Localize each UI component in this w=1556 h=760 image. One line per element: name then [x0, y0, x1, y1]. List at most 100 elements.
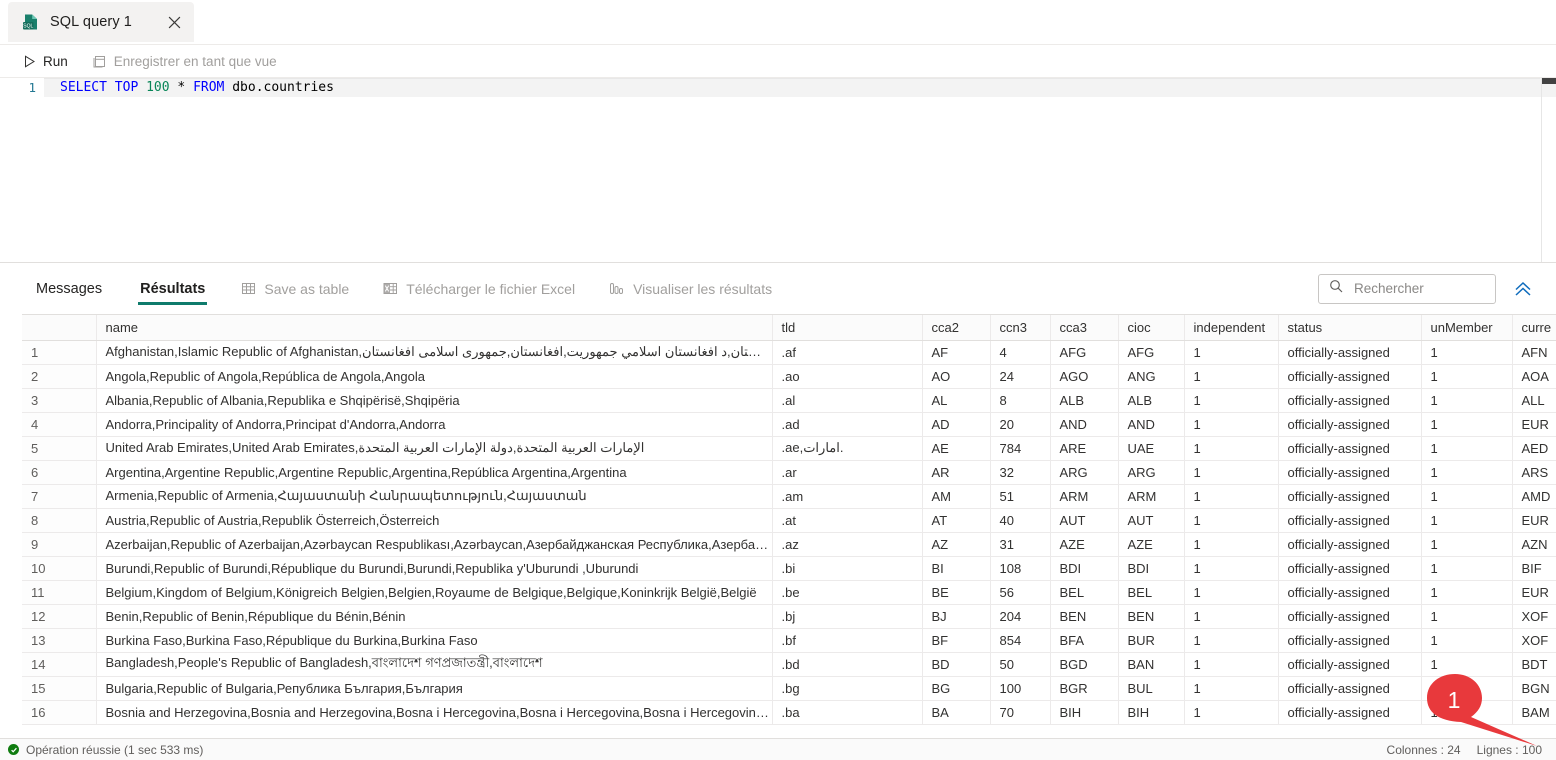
tab-sql-query-1[interactable]: SQL SQL query 1	[8, 2, 194, 42]
header-name[interactable]: name	[96, 315, 773, 341]
save-as-view-button[interactable]: Enregistrer en tant que vue	[83, 47, 286, 75]
cell-cca3[interactable]: BGR	[1050, 676, 1119, 701]
cell-unmember[interactable]: 1	[1421, 388, 1513, 413]
cell-name[interactable]: Afghanistan,Islamic Republic of Afghanis…	[96, 340, 773, 365]
cell-cca2[interactable]: BI	[922, 556, 991, 581]
header-tld[interactable]: tld	[772, 315, 923, 341]
table-row[interactable]: 12 Benin,Republic of Benin,République du …	[22, 604, 1556, 629]
cell-ccn3[interactable]: 56	[990, 580, 1051, 605]
cell-independent[interactable]: 1	[1184, 676, 1279, 701]
editor-scrollbar-thumb[interactable]	[1542, 78, 1556, 84]
cell-tld[interactable]: .bi	[772, 556, 923, 581]
cell-ccn3[interactable]: 20	[990, 412, 1051, 437]
header-cioc[interactable]: cioc	[1118, 315, 1185, 341]
tab-messages[interactable]: Messages	[34, 267, 104, 311]
cell-name[interactable]: Bangladesh,People's Republic of Banglade…	[96, 652, 773, 677]
cell-curre[interactable]: BIF	[1512, 556, 1556, 581]
cell-status[interactable]: officially-assigned	[1278, 700, 1422, 725]
cell-status[interactable]: officially-assigned	[1278, 580, 1422, 605]
cell-cioc[interactable]: ALB	[1118, 388, 1185, 413]
cell-name[interactable]: Andorra,Principality of Andorra,Principa…	[96, 412, 773, 437]
cell-cca3[interactable]: ARG	[1050, 460, 1119, 485]
cell-cca2[interactable]: AT	[922, 508, 991, 533]
cell-curre[interactable]: EUR	[1512, 412, 1556, 437]
header-cca2[interactable]: cca2	[922, 315, 991, 341]
cell-unmember[interactable]: 1	[1421, 508, 1513, 533]
table-row[interactable]: 6 Argentina,Argentine Republic,Argentine …	[22, 460, 1556, 485]
cell-cca3[interactable]: ALB	[1050, 388, 1119, 413]
table-row[interactable]: 10 Burundi,Republic of Burundi,République…	[22, 556, 1556, 581]
cell-ccn3[interactable]: 4	[990, 340, 1051, 365]
cell-cca2[interactable]: AD	[922, 412, 991, 437]
cell-independent[interactable]: 1	[1184, 628, 1279, 653]
cell-tld[interactable]: .at	[772, 508, 923, 533]
cell-cca3[interactable]: BFA	[1050, 628, 1119, 653]
cell-cca2[interactable]: AE	[922, 436, 991, 461]
cell-status[interactable]: officially-assigned	[1278, 484, 1422, 509]
cell-cca2[interactable]: BE	[922, 580, 991, 605]
cell-name[interactable]: Burundi,Republic of Burundi,République d…	[96, 556, 773, 581]
cell-cca2[interactable]: AF	[922, 340, 991, 365]
cell-name[interactable]: Austria,Republic of Austria,Republik Öst…	[96, 508, 773, 533]
close-icon[interactable]	[160, 8, 188, 36]
editor-code-line[interactable]: SELECT TOP 100 * FROM dbo.countries	[44, 78, 1556, 97]
cell-cca3[interactable]: AFG	[1050, 340, 1119, 365]
sql-editor[interactable]: 1 SELECT TOP 100 * FROM dbo.countries	[0, 78, 1556, 263]
cell-ccn3[interactable]: 204	[990, 604, 1051, 629]
cell-tld[interactable]: .ba	[772, 700, 923, 725]
cell-cca3[interactable]: AGO	[1050, 364, 1119, 389]
cell-independent[interactable]: 1	[1184, 508, 1279, 533]
cell-unmember[interactable]: 1	[1421, 652, 1513, 677]
table-row[interactable]: 11 Belgium,Kingdom of Belgium,Königreich …	[22, 580, 1556, 605]
cell-status[interactable]: officially-assigned	[1278, 388, 1422, 413]
cell-status[interactable]: officially-assigned	[1278, 652, 1422, 677]
cell-name[interactable]: Benin,Republic of Benin,République du Bé…	[96, 604, 773, 629]
cell-cca3[interactable]: AND	[1050, 412, 1119, 437]
cell-ccn3[interactable]: 51	[990, 484, 1051, 509]
cell-cca2[interactable]: BF	[922, 628, 991, 653]
search-input[interactable]	[1352, 280, 1485, 297]
cell-independent[interactable]: 1	[1184, 412, 1279, 437]
cell-cca3[interactable]: ARE	[1050, 436, 1119, 461]
cell-cioc[interactable]: ANG	[1118, 364, 1185, 389]
cell-unmember[interactable]: 1	[1421, 460, 1513, 485]
cell-ccn3[interactable]: 32	[990, 460, 1051, 485]
table-row[interactable]: 2 Angola,Republic of Angola,República de …	[22, 364, 1556, 389]
cell-cioc[interactable]: BUL	[1118, 676, 1185, 701]
cell-independent[interactable]: 1	[1184, 700, 1279, 725]
cell-ccn3[interactable]: 100	[990, 676, 1051, 701]
cell-cca2[interactable]: AO	[922, 364, 991, 389]
editor-line-1[interactable]: 1 SELECT TOP 100 * FROM dbo.countries	[0, 78, 1556, 97]
cell-curre[interactable]: AED	[1512, 436, 1556, 461]
header-ccn3[interactable]: ccn3	[990, 315, 1051, 341]
visualize-results-button[interactable]: Visualiser les résultats	[609, 274, 772, 304]
cell-cioc[interactable]: BEN	[1118, 604, 1185, 629]
cell-cca2[interactable]: AL	[922, 388, 991, 413]
table-row[interactable]: 14 Bangladesh,People's Republic of Bangla…	[22, 652, 1556, 677]
cell-status[interactable]: officially-assigned	[1278, 556, 1422, 581]
cell-curre[interactable]: ARS	[1512, 460, 1556, 485]
editor-vertical-scrollbar[interactable]	[1542, 78, 1556, 262]
cell-tld[interactable]: .bf	[772, 628, 923, 653]
cell-status[interactable]: officially-assigned	[1278, 412, 1422, 437]
cell-unmember[interactable]: 1	[1421, 532, 1513, 557]
cell-status[interactable]: officially-assigned	[1278, 364, 1422, 389]
cell-status[interactable]: officially-assigned	[1278, 460, 1422, 485]
cell-ccn3[interactable]: 8	[990, 388, 1051, 413]
cell-name[interactable]: Albania,Republic of Albania,Republika e …	[96, 388, 773, 413]
cell-curre[interactable]: ALL	[1512, 388, 1556, 413]
table-row[interactable]: 5 United Arab Emirates,United Arab Emirat…	[22, 436, 1556, 461]
cell-cca3[interactable]: AZE	[1050, 532, 1119, 557]
cell-cioc[interactable]: AZE	[1118, 532, 1185, 557]
cell-cca2[interactable]: BJ	[922, 604, 991, 629]
cell-unmember[interactable]: 1	[1421, 436, 1513, 461]
download-excel-button[interactable]: Télécharger le fichier Excel	[383, 274, 575, 304]
cell-independent[interactable]: 1	[1184, 604, 1279, 629]
cell-name[interactable]: Belgium,Kingdom of Belgium,Königreich Be…	[96, 580, 773, 605]
cell-cca3[interactable]: ARM	[1050, 484, 1119, 509]
cell-independent[interactable]: 1	[1184, 532, 1279, 557]
cell-name[interactable]: Bosnia and Herzegovina,Bosnia and Herzeg…	[96, 700, 773, 725]
header-unmember[interactable]: unMember	[1421, 315, 1513, 341]
cell-cca3[interactable]: BDI	[1050, 556, 1119, 581]
cell-ccn3[interactable]: 70	[990, 700, 1051, 725]
